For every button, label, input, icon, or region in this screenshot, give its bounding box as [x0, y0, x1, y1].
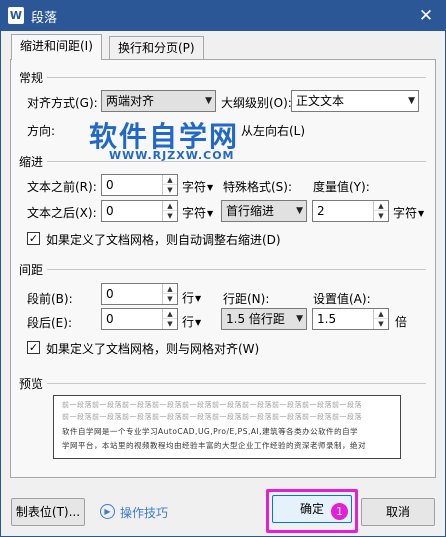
setting-value: 1.5: [317, 312, 337, 326]
measure-label: 度量值(Y):: [313, 180, 370, 194]
alignment-select[interactable]: 两端对齐 ▼: [101, 90, 216, 112]
measure-value: 2: [317, 204, 325, 218]
auto-right-indent-checkbox[interactable]: ✓: [27, 232, 40, 245]
paragraph-dialog: W 段落 ✕ 缩进和间距(I) 换行和分页(P) 常规 对齐方式(G): 两端对…: [0, 0, 446, 537]
measure-unit[interactable]: 字符▼: [393, 204, 424, 221]
section-divider: [21, 161, 426, 162]
indent-before-label: 文本之前(R):: [27, 180, 97, 194]
tab-stops-button[interactable]: 制表位(T)...: [11, 498, 85, 526]
space-before-value: 0: [106, 287, 114, 301]
spin-up-icon[interactable]: ▲: [163, 309, 177, 319]
spin-down-icon[interactable]: ▼: [163, 319, 177, 329]
indent-after-input[interactable]: 0 ▲ ▼: [101, 200, 178, 222]
indent-before-value: 0: [106, 178, 114, 192]
space-after-unit-label: 行: [182, 315, 195, 329]
line-spacing-value: 1.5 倍行距: [226, 312, 285, 326]
caret-down-icon: ▼: [195, 318, 202, 327]
spin-up-icon[interactable]: ▲: [374, 309, 388, 319]
spinner[interactable]: ▲ ▼: [162, 201, 177, 221]
paragraph-preview: 前一段落前一段落前一段落前一段落前一段落前一段落前一段落前一段落前一段落前一段落…: [53, 395, 401, 459]
spin-down-icon[interactable]: ▼: [163, 294, 177, 304]
chevron-down-icon: ▼: [296, 206, 303, 216]
outline-level-value: 正文文本: [296, 94, 345, 108]
spinner[interactable]: ▲ ▼: [162, 284, 177, 304]
indent-before-unit[interactable]: 字符▼: [182, 178, 213, 195]
wps-writer-icon: W: [8, 7, 24, 24]
setting-unit: 倍: [395, 315, 408, 329]
space-after-unit[interactable]: 行▼: [182, 313, 201, 330]
tab-line-page-breaks[interactable]: 换行和分页(P): [109, 36, 204, 59]
caret-down-icon: ▼: [195, 294, 202, 303]
indent-after-label: 文本之后(X):: [27, 206, 97, 220]
space-after-input[interactable]: 0 ▲ ▼: [101, 308, 178, 330]
spin-up-icon[interactable]: ▲: [163, 201, 177, 211]
spin-down-icon[interactable]: ▼: [163, 185, 177, 195]
step-badge: 1: [331, 503, 348, 520]
section-divider: [21, 77, 426, 78]
chevron-down-icon: ▼: [205, 96, 212, 106]
special-format-value: 首行缩进: [226, 204, 275, 218]
space-after-label: 段后(E):: [27, 316, 72, 330]
spinner[interactable]: ▲ ▼: [162, 175, 177, 195]
preview-current-line: 学网平台，本站里的视频教程均由经验丰富的大型企业工作经验的资深老师录制，绝对: [62, 441, 366, 450]
alignment-value: 两端对齐: [106, 94, 155, 108]
indent-before-input[interactable]: 0 ▲ ▼: [101, 174, 178, 196]
setting-value-label: 设置值(A):: [313, 292, 371, 306]
section-divider: [21, 383, 426, 384]
indent-after-unit[interactable]: 字符▼: [182, 204, 213, 221]
caret-down-icon: ▼: [418, 209, 425, 218]
space-after-value: 0: [106, 312, 114, 326]
auto-right-indent-label[interactable]: 如果定义了文档网格，则自动调整右缩进(D): [46, 231, 281, 248]
setting-value-input[interactable]: 1.5 ▲ ▼: [312, 308, 389, 330]
alignment-label: 对齐方式(G):: [27, 96, 98, 110]
spin-up-icon[interactable]: ▲: [163, 284, 177, 294]
close-button[interactable]: ✕: [415, 5, 437, 27]
preview-previous-line: 前一段落前一段落前一段落前一段落前一段落前一段落前一段落前一段落前一段落前一段落: [62, 401, 362, 409]
spinner[interactable]: ▲ ▼: [373, 201, 388, 221]
indent-after-unit-label: 字符: [182, 206, 207, 220]
spin-down-icon[interactable]: ▼: [374, 319, 388, 329]
title-bar: W 段落 ✕: [1, 1, 445, 31]
spinner[interactable]: ▲ ▼: [373, 309, 388, 329]
snap-to-grid-label[interactable]: 如果定义了文档网格，则与网格对齐(W): [46, 340, 259, 357]
spin-up-icon[interactable]: ▲: [374, 201, 388, 211]
direction-label: 方向:: [27, 124, 56, 138]
play-icon[interactable]: ▶: [100, 504, 115, 519]
spin-down-icon[interactable]: ▼: [163, 211, 177, 221]
space-before-unit[interactable]: 行▼: [182, 289, 201, 306]
preview-current-line: 软件自学网是一个专业学习AutoCAD,UG,Pro/E,PS,AI,建筑等各类…: [62, 427, 359, 436]
section-spacing-label: 间距: [19, 261, 48, 278]
outline-level-label: 大纲级别(O):: [221, 96, 292, 110]
special-format-label: 特殊格式(S):: [223, 180, 293, 194]
spin-down-icon[interactable]: ▼: [374, 211, 388, 221]
space-before-unit-label: 行: [182, 291, 195, 305]
cancel-button[interactable]: 取消: [361, 498, 435, 526]
section-preview-label: 预览: [19, 375, 48, 392]
space-before-label: 段前(B):: [27, 292, 73, 306]
indent-after-value: 0: [106, 204, 114, 218]
snap-to-grid-checkbox[interactable]: ✓: [27, 341, 40, 354]
outline-level-select[interactable]: 正文文本 ▼: [291, 90, 419, 112]
space-before-input[interactable]: 0 ▲ ▼: [101, 283, 178, 305]
section-indent-label: 缩进: [19, 153, 48, 170]
tab-indent-spacing[interactable]: 缩进和间距(I): [11, 34, 102, 60]
measure-input[interactable]: 2 ▲ ▼: [312, 200, 389, 222]
line-spacing-label: 行距(N):: [223, 292, 270, 306]
section-general-label: 常规: [19, 69, 48, 86]
direction-ltr-option[interactable]: 从左向右(L): [241, 122, 305, 139]
dialog-title: 段落: [31, 11, 58, 26]
chevron-down-icon: ▼: [408, 96, 415, 106]
indent-before-unit-label: 字符: [182, 180, 207, 194]
spin-up-icon[interactable]: ▲: [163, 175, 177, 185]
caret-down-icon: ▼: [207, 209, 214, 218]
special-format-select[interactable]: 首行缩进 ▼: [221, 200, 307, 222]
section-divider: [21, 269, 426, 270]
measure-unit-label: 字符: [393, 206, 418, 220]
caret-down-icon: ▼: [207, 183, 214, 192]
line-spacing-select[interactable]: 1.5 倍行距 ▼: [221, 308, 307, 330]
tips-link[interactable]: 操作技巧: [120, 504, 168, 521]
chevron-down-icon: ▼: [296, 314, 303, 324]
spinner[interactable]: ▲ ▼: [162, 309, 177, 329]
preview-previous-line: 前一段落前一段落前一段落前一段落前一段落前一段落前一段落前一段落前一段落前一段落: [62, 413, 362, 421]
